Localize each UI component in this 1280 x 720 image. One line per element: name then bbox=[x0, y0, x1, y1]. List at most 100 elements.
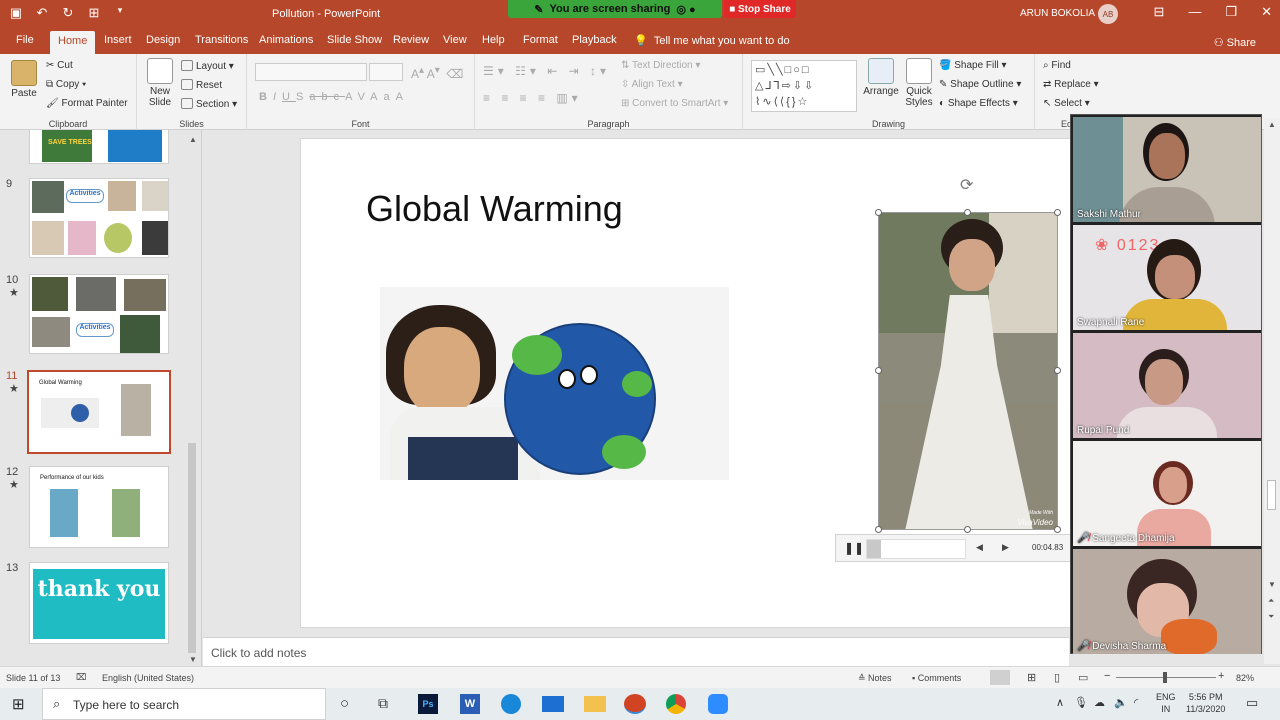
font-size-select[interactable] bbox=[369, 63, 403, 81]
tell-me-search[interactable]: 💡 Tell me what you want to do bbox=[634, 34, 790, 47]
minimize-icon[interactable]: — bbox=[1188, 4, 1201, 20]
undo-icon[interactable]: ↶ bbox=[34, 5, 50, 21]
zoom-app-icon[interactable] bbox=[708, 694, 728, 714]
scroll-down-icon[interactable]: ▼ bbox=[189, 655, 197, 664]
resize-handle[interactable] bbox=[1054, 209, 1061, 216]
thumbnail-slide-10[interactable]: Activities bbox=[29, 274, 169, 354]
resize-handle[interactable] bbox=[875, 526, 882, 533]
thumbnail-slide-11[interactable]: Global Warming bbox=[27, 370, 171, 454]
font-family-select[interactable] bbox=[255, 63, 367, 81]
pause-icon[interactable]: ❚❚ bbox=[844, 541, 864, 555]
scroll-thumb[interactable] bbox=[188, 443, 196, 653]
powerpoint-icon[interactable] bbox=[624, 694, 646, 714]
save-icon[interactable]: ▣ bbox=[8, 5, 24, 21]
restore-icon[interactable]: ❐ bbox=[1225, 4, 1237, 20]
language-indicator[interactable]: English (United States) bbox=[102, 673, 194, 683]
microphone-icon[interactable]: 🎙 bbox=[1074, 696, 1088, 709]
thumbnail-slide-13[interactable]: thank you bbox=[29, 562, 169, 644]
quick-styles-button[interactable]: Quick Styles bbox=[901, 58, 937, 108]
section-button[interactable]: Section ▾ bbox=[181, 98, 237, 110]
normal-view-icon[interactable] bbox=[990, 670, 1010, 685]
screen-sharing-banner[interactable]: ✎ You are screen sharing ◎ ● bbox=[508, 0, 722, 18]
convert-smartart-button[interactable]: ⊞ Convert to SmartArt ▾ bbox=[621, 98, 728, 109]
participant-tile[interactable]: 🎤̸ Sangeeta Dhamija bbox=[1073, 441, 1261, 546]
resize-handle[interactable] bbox=[1054, 526, 1061, 533]
tab-insert[interactable]: Insert bbox=[104, 34, 132, 46]
select-button[interactable]: ↖ Select ▾ bbox=[1043, 98, 1090, 109]
zoom-level[interactable]: 82% bbox=[1236, 673, 1254, 683]
comments-button[interactable]: ▪ Comments bbox=[912, 673, 961, 683]
slide-thumbnail-pane[interactable]: SAVE TREES 9 Activities 10 ★ Activities … bbox=[0, 130, 202, 666]
media-progress-bar[interactable] bbox=[866, 539, 966, 559]
tab-view[interactable]: View bbox=[443, 34, 467, 46]
zoom-slider[interactable] bbox=[1116, 672, 1216, 683]
right-scrollbar[interactable]: ▲ ▼ ⏶ ⏷ bbox=[1264, 118, 1280, 664]
windows-start-icon[interactable]: ⊞ bbox=[12, 695, 25, 713]
clock[interactable]: 5:56 PM 11/3/2020 bbox=[1186, 691, 1225, 715]
resize-handle[interactable] bbox=[964, 526, 971, 533]
resize-handle[interactable] bbox=[1054, 367, 1061, 374]
prev-slide-icon[interactable]: ⏶ bbox=[1268, 596, 1274, 606]
notifications-icon[interactable]: ▭ bbox=[1246, 695, 1258, 711]
avatar[interactable]: AB bbox=[1098, 4, 1118, 24]
zoom-in-icon[interactable]: + bbox=[1218, 670, 1224, 682]
arrange-button[interactable]: Arrange bbox=[861, 58, 901, 97]
new-slide-button[interactable]: New Slide bbox=[143, 58, 177, 108]
list-buttons[interactable]: ☰▾ ☷▾ ⇤ ⇥ ↕▾ bbox=[483, 64, 610, 78]
thumbnail-slide-12[interactable]: Performance of our kids bbox=[29, 466, 169, 548]
ribbon-display-icon[interactable]: ⊟ bbox=[1154, 4, 1165, 20]
shape-outline-button[interactable]: ✎ Shape Outline ▾ bbox=[939, 79, 1021, 90]
find-button[interactable]: ⌕ Find bbox=[1043, 60, 1071, 71]
slideshow-view-icon[interactable]: ▭ bbox=[1078, 671, 1088, 684]
taskbar-search-box[interactable]: ⌕ Type here to search bbox=[42, 688, 326, 720]
notes-pane[interactable]: Click to add notes bbox=[203, 637, 1069, 666]
tab-format[interactable]: Format bbox=[523, 34, 558, 46]
scroll-down-icon[interactable]: ▼ bbox=[1268, 580, 1276, 589]
thumbnail-scrollbar[interactable]: ▲ ▼ bbox=[187, 135, 197, 665]
tab-animations[interactable]: Animations bbox=[259, 34, 313, 46]
share-button[interactable]: ⚇ Share bbox=[1214, 36, 1256, 49]
file-explorer-icon[interactable] bbox=[584, 696, 606, 712]
mail-icon[interactable] bbox=[542, 696, 564, 712]
tab-file[interactable]: File bbox=[16, 34, 34, 46]
slide-sorter-icon[interactable]: ⊞ bbox=[1027, 671, 1036, 684]
tray-chevron-icon[interactable]: ∧ bbox=[1056, 696, 1064, 709]
copy-button[interactable]: ⧉ Copy ▾ bbox=[46, 79, 86, 90]
tab-playback[interactable]: Playback bbox=[572, 34, 617, 46]
global-warming-picture[interactable] bbox=[380, 287, 729, 480]
cut-button[interactable]: ✂ Cut bbox=[46, 60, 73, 71]
thumbnail-slide-9[interactable]: Activities bbox=[29, 178, 169, 258]
close-icon[interactable]: ✕ bbox=[1261, 4, 1272, 20]
font-format-buttons[interactable]: BIUSabcAVAaA bbox=[259, 91, 409, 103]
text-direction-button[interactable]: ⇅ Text Direction ▾ bbox=[621, 60, 700, 71]
align-buttons[interactable]: ≡ ≡ ≡ ≡ ▥▾ bbox=[483, 91, 582, 105]
tab-help[interactable]: Help bbox=[482, 34, 505, 46]
tab-home[interactable]: Home bbox=[50, 31, 96, 54]
spellcheck-icon[interactable]: ⌧ bbox=[76, 672, 86, 683]
photoshop-icon[interactable]: Ps bbox=[418, 694, 438, 714]
reset-button[interactable]: Reset bbox=[181, 79, 222, 91]
shapes-gallery[interactable]: ▭╲╲□○□ △⅃⅂⇨⇩⇩ ⌇∿⟨⟨{}☆ bbox=[751, 60, 857, 112]
wifi-icon[interactable]: ◜ bbox=[1134, 696, 1138, 709]
forward-icon[interactable]: ▶ bbox=[1002, 542, 1009, 553]
scroll-up-icon[interactable]: ▲ bbox=[1268, 120, 1276, 129]
replace-button[interactable]: ⇄ Replace ▾ bbox=[1043, 79, 1099, 90]
user-name[interactable]: ARUN BOKOLIA bbox=[1020, 8, 1095, 19]
participant-tile[interactable]: Rupal Pund bbox=[1073, 333, 1261, 438]
notes-button[interactable]: ≙ Notes bbox=[858, 673, 892, 684]
word-icon[interactable]: W bbox=[460, 694, 480, 714]
scroll-up-icon[interactable]: ▲ bbox=[189, 135, 197, 144]
zoom-out-icon[interactable]: − bbox=[1104, 670, 1110, 682]
tab-design[interactable]: Design bbox=[146, 34, 180, 46]
shape-effects-button[interactable]: ◐ Shape Effects ▾ bbox=[939, 98, 1018, 109]
input-language[interactable]: ENG IN bbox=[1156, 691, 1176, 715]
participant-tile[interactable]: Sakshi Mathur bbox=[1073, 117, 1261, 222]
task-view-icon[interactable]: ⧉ bbox=[378, 695, 388, 712]
slide-title[interactable]: Global Warming bbox=[366, 188, 623, 230]
resize-handle[interactable] bbox=[875, 367, 882, 374]
chrome-icon[interactable] bbox=[666, 694, 686, 714]
reading-view-icon[interactable]: ▯ bbox=[1054, 671, 1060, 684]
onedrive-icon[interactable]: ☁ bbox=[1094, 696, 1105, 709]
tab-transitions[interactable]: Transitions bbox=[195, 34, 248, 46]
rewind-icon[interactable]: ◀ bbox=[976, 542, 983, 553]
